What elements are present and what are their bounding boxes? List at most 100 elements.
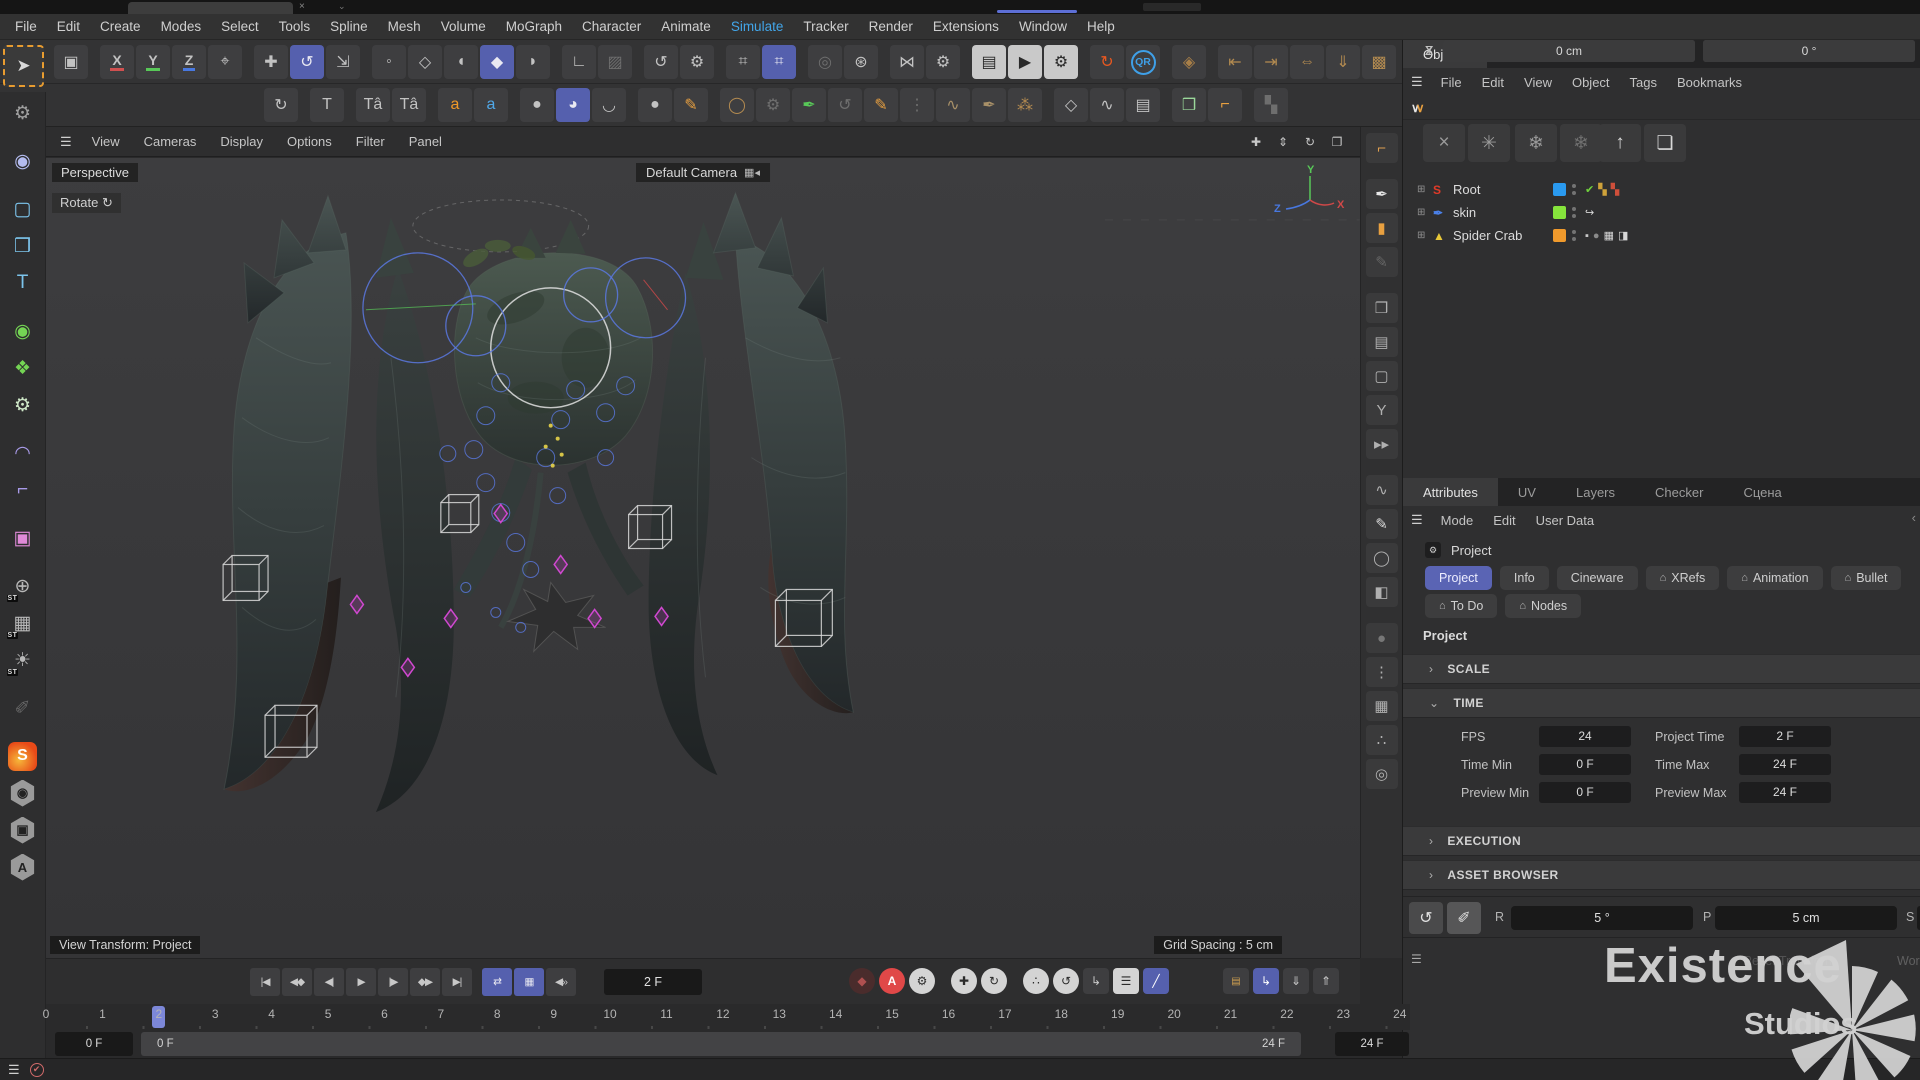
record-pla-icon[interactable]: ∴ xyxy=(1023,968,1049,994)
symmetry-icon[interactable]: ⋈ xyxy=(890,45,924,79)
track-wave-icon[interactable]: ∿ xyxy=(1090,88,1124,122)
record-keyframe-icon[interactable]: ◆ xyxy=(849,968,875,994)
Cameras[interactable]: Cameras xyxy=(132,134,209,149)
mode-points-icon[interactable]: ◦ xyxy=(372,45,406,79)
position-step-field[interactable]: 5 cm xyxy=(1715,906,1897,930)
split-y-icon[interactable]: Y xyxy=(1365,395,1398,425)
corner-select-icon[interactable]: ⌐ xyxy=(1365,133,1398,163)
ring-small-icon[interactable]: ◎ xyxy=(1365,759,1398,789)
project-time-field[interactable]: 2 F xyxy=(1739,726,1831,747)
Edit[interactable]: Edit xyxy=(1472,75,1514,90)
tag-icon[interactable]: ▪ xyxy=(1585,230,1589,242)
Help[interactable]: Help xyxy=(1077,14,1125,40)
Options[interactable]: Options xyxy=(275,134,344,149)
qr-code-icon[interactable]: QR xyxy=(1126,45,1160,79)
solo-icon[interactable]: ✳ xyxy=(1468,124,1510,162)
Window[interactable]: Window xyxy=(1009,14,1077,40)
grid-toggle-icon[interactable]: ⌗ xyxy=(726,45,760,79)
prev-frame-icon[interactable]: ◀| xyxy=(314,968,344,996)
sphere-open-icon[interactable]: ◡ xyxy=(592,88,626,122)
coord-system-icon[interactable]: ⌖ xyxy=(208,45,242,79)
eyedropper-icon[interactable]: ✐ xyxy=(1447,902,1481,934)
oven-bake-icon[interactable]: ▤ xyxy=(1126,88,1160,122)
current-frame-field[interactable]: 2 F xyxy=(604,969,702,995)
render-settings-icon[interactable]: ⚙ xyxy=(1044,45,1078,79)
workplane-icon[interactable]: ▨ xyxy=(598,45,632,79)
sphere-shaded-icon[interactable]: ◕ xyxy=(556,88,590,122)
layout-quad-icon[interactable]: ▚ xyxy=(1254,88,1288,122)
load-animation-icon[interactable]: ⇓ xyxy=(1283,968,1309,994)
save-animation-icon[interactable]: ⇑ xyxy=(1313,968,1339,994)
record-rotation-icon[interactable]: ↻ xyxy=(981,968,1007,994)
anim-text-orange-icon[interactable]: a xyxy=(438,88,472,122)
freeze-partial-icon[interactable]: ❄ xyxy=(1560,124,1602,162)
render-region-icon[interactable]: ▶ xyxy=(1008,45,1042,79)
objects-filter-row[interactable]: ∨∨ xyxy=(1403,96,1920,120)
dolly-view-icon[interactable]: ⇕ xyxy=(1272,132,1294,152)
material-tool-icon[interactable]: ✐ xyxy=(4,691,42,725)
lasso-icon[interactable]: ↺ xyxy=(828,88,862,122)
frame-geometry-icon[interactable]: ⇥ xyxy=(1254,45,1288,79)
pivot-icon[interactable]: ◈ xyxy=(1172,45,1206,79)
live-selection-tool[interactable]: ➤ xyxy=(3,45,44,87)
expander-icon[interactable]: ⊞ xyxy=(1417,230,1433,241)
text-kerning-b-icon[interactable]: Tâ xyxy=(392,88,426,122)
anim-layers-icon[interactable]: ☰ xyxy=(1113,968,1139,994)
tag-icon[interactable]: ▚ xyxy=(1611,183,1619,196)
maximize-view-icon[interactable]: ❐ xyxy=(1326,132,1348,152)
filter-clear-icon[interactable]: × xyxy=(1423,124,1465,162)
render-small-icon[interactable]: ▤ xyxy=(1365,327,1398,357)
timeline-ruler[interactable]: 0 1 2 3 4 5 6 7 8 9 10 11 12 13 14 15 16… xyxy=(43,1004,1410,1030)
mode-polygons-icon[interactable]: ◖ xyxy=(444,45,478,79)
scroll-left-icon[interactable]: ‹ xyxy=(1912,510,1916,525)
next-key-icon[interactable]: ◆▶ xyxy=(410,968,440,996)
Animate[interactable]: Animate xyxy=(651,14,721,40)
hex-eye-icon[interactable]: ◉ xyxy=(4,776,42,810)
text-spline-icon[interactable]: T xyxy=(310,88,344,122)
mode-volume-icon[interactable]: ◆ xyxy=(480,45,514,79)
File[interactable]: File xyxy=(5,14,47,40)
circle-tool-icon[interactable]: ◯ xyxy=(1365,543,1398,573)
axis-modify-icon[interactable]: ∟ xyxy=(562,45,596,79)
attr-btn-info[interactable]: Info xyxy=(1499,566,1549,590)
Object[interactable]: Object xyxy=(1562,75,1620,90)
Extensions[interactable]: Extensions xyxy=(923,14,1009,40)
simulation-settings-icon[interactable]: ⚙ xyxy=(4,388,42,422)
tab-checker[interactable]: Checker xyxy=(1635,478,1723,506)
render-view-icon[interactable]: ▤ xyxy=(972,45,1006,79)
next-frame-icon[interactable]: |▶ xyxy=(378,968,408,996)
MoGraph[interactable]: MoGraph xyxy=(496,14,572,40)
viewport-cube-icon[interactable]: ❒ xyxy=(1172,88,1206,122)
axis-gizmo-icon[interactable]: ⌐ xyxy=(1208,88,1242,122)
visibility-dots[interactable] xyxy=(1572,207,1576,218)
attr-btn-animation[interactable]: ⌂ Animation xyxy=(1727,566,1823,590)
workplane-mode-icon[interactable]: ▩ xyxy=(1362,45,1396,79)
goto-end-icon[interactable]: ▶| xyxy=(442,968,472,996)
Tags[interactable]: Tags xyxy=(1620,75,1667,90)
range-start-field[interactable]: 0 F xyxy=(55,1032,133,1056)
attr-btn-todo[interactable]: ⌂ To Do xyxy=(1425,594,1498,618)
rotation-step-field[interactable]: 5 ° xyxy=(1511,906,1693,930)
tweak-tool-icon[interactable]: ⚙ xyxy=(4,96,42,130)
undo-settings-icon[interactable]: ⚙ xyxy=(680,45,714,79)
objects-menu-icon[interactable]: ☰ xyxy=(1403,74,1431,90)
tab-scene[interactable]: Сцена xyxy=(1723,478,1801,506)
time-min-field[interactable]: 0 F xyxy=(1539,754,1631,775)
Select[interactable]: Select xyxy=(211,14,269,40)
pin-tool-icon[interactable]: ⋮ xyxy=(1365,657,1398,687)
clone-settings-icon[interactable]: ⚙ xyxy=(756,88,790,122)
File[interactable]: File xyxy=(1431,75,1472,90)
tag-icon[interactable]: ◨ xyxy=(1618,229,1628,242)
coordinates-menu-icon[interactable]: ☰ xyxy=(1411,952,1422,966)
lock-x-icon[interactable]: X xyxy=(100,45,134,79)
layer-color-swatch[interactable] xyxy=(1553,206,1566,219)
attr-btn-cineware[interactable]: Cineware xyxy=(1556,566,1638,590)
tag-icon[interactable]: ↪ xyxy=(1585,206,1594,219)
visibility-dots[interactable] xyxy=(1572,230,1576,241)
section-execution[interactable]: › EXECUTION xyxy=(1403,826,1920,856)
tab-attributes[interactable]: Attributes xyxy=(1403,478,1498,506)
weight-tool-icon[interactable]: ● xyxy=(638,88,672,122)
anim-text-blue-icon[interactable]: a xyxy=(474,88,508,122)
make-editable-icon[interactable]: ▣ xyxy=(54,45,88,79)
dots-tool-icon[interactable]: ∴ xyxy=(1365,725,1398,755)
